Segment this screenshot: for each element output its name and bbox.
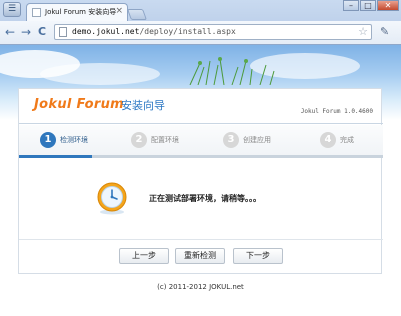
step-label: 检测环境 — [60, 136, 88, 144]
step-label: 完成 — [340, 136, 354, 144]
maximize-button[interactable]: □ — [360, 0, 376, 11]
browser-toolbar: ← → C demo.jokul.net/deploy/install.aspx… — [0, 21, 401, 44]
recheck-button[interactable]: 重新检测 — [175, 248, 225, 264]
step-bar: 1 检测环境 2 配置环境 3 创建应用 4 完成 — [19, 125, 383, 155]
status-message: 正在测试部署环境，请稍等。。。 — [149, 194, 261, 203]
clock-icon — [97, 182, 127, 215]
step-number: 3 — [223, 132, 239, 148]
prev-step-button[interactable]: 上一步 — [119, 248, 169, 264]
step-progress-track — [19, 155, 383, 158]
close-tab-icon[interactable]: × — [115, 6, 123, 16]
bookmark-star-icon[interactable]: ☆ — [358, 25, 368, 38]
browser-menu-icon[interactable]: ☰ — [3, 2, 21, 17]
next-step-button[interactable]: 下一步 — [233, 248, 283, 264]
new-tab-button[interactable] — [126, 9, 148, 20]
close-window-button[interactable]: ✕ — [377, 0, 399, 11]
browser-chrome: ☰ Jokul Forum 安装向导 × – □ ✕ ← → C demo.jo… — [0, 0, 401, 45]
url-text: demo.jokul.net/deploy/install.aspx — [72, 27, 236, 36]
brand-logo: Jokul Forum — [34, 97, 124, 112]
step-number: 2 — [131, 132, 147, 148]
step-label: 配置环境 — [151, 136, 179, 144]
grass-decoration — [189, 57, 275, 85]
browser-tab[interactable]: Jokul Forum 安装向导 × — [26, 3, 128, 21]
favicon-icon — [32, 8, 41, 17]
back-icon[interactable]: ← — [5, 25, 15, 39]
step-number: 1 — [40, 132, 56, 148]
url-host: demo.jokul.net — [72, 27, 140, 36]
forward-icon[interactable]: → — [21, 25, 31, 39]
window-controls: – □ ✕ — [342, 0, 399, 11]
version-label: Jokul Forum 1.0.4600 — [300, 108, 373, 115]
copyright-text: (c) 2011-2012 JOKUL.net — [157, 283, 244, 291]
step-label: 创建应用 — [243, 136, 271, 144]
header-divider — [19, 123, 383, 124]
footer-divider — [19, 239, 383, 240]
installer-panel: Jokul Forum 安装向导 Jokul Forum 1.0.4600 1 … — [18, 88, 383, 274]
step-progress-fill — [19, 155, 92, 158]
minimize-button[interactable]: – — [343, 0, 359, 11]
tab-title: Jokul Forum 安装向导 — [45, 8, 117, 16]
cloud-decoration — [40, 63, 160, 85]
page-title: 安装向导 — [121, 99, 165, 112]
wrench-icon[interactable]: ✎ — [380, 25, 389, 38]
url-path: /deploy/install.aspx — [139, 27, 236, 36]
step-number: 4 — [320, 132, 336, 148]
page-icon — [59, 27, 67, 37]
reload-icon[interactable]: C — [38, 25, 46, 39]
address-bar[interactable]: demo.jokul.net/deploy/install.aspx ☆ — [54, 24, 372, 40]
